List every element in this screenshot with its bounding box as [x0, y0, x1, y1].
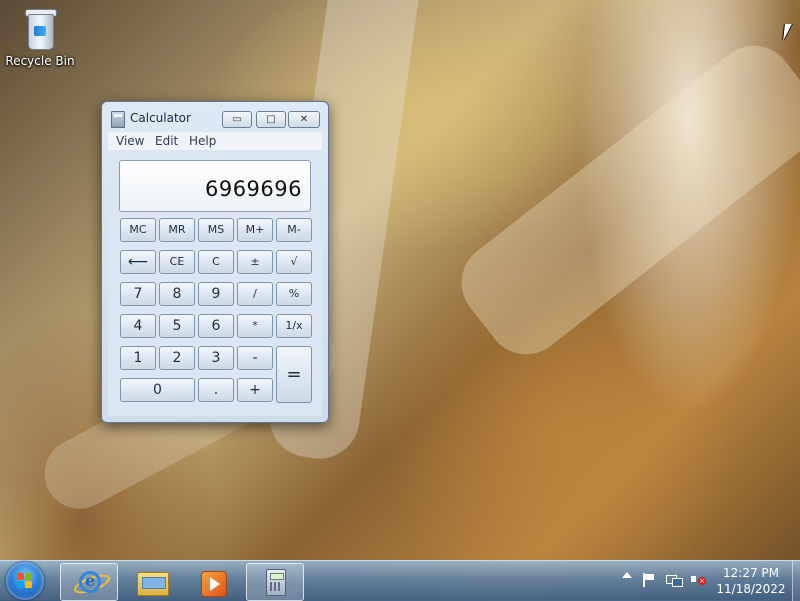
calculator-display: 6969696 [119, 160, 311, 212]
show-desktop-button[interactable] [792, 561, 800, 601]
menu-bar: View Edit Help [108, 132, 322, 150]
clock-date: 11/18/2022 [716, 582, 786, 596]
calculator-window: Calculator ▭ □ ✕ View Edit Help 6969696 … [101, 101, 329, 423]
key-reciprocal[interactable]: 1/x [276, 314, 312, 338]
key-6[interactable]: 6 [198, 314, 234, 338]
key-square-root[interactable]: √ [276, 250, 312, 274]
calculator-icon [266, 569, 286, 596]
key-1[interactable]: 1 [120, 346, 156, 370]
key-divide[interactable]: / [237, 282, 273, 306]
clock-time: 12:27 PM [723, 566, 779, 580]
taskbar-windows-explorer[interactable] [122, 563, 180, 601]
clock[interactable]: 12:27 PM 11/18/2022 [716, 565, 786, 597]
show-hidden-icons-icon[interactable] [622, 572, 632, 578]
calculator-body: 6969696 MC MR MS M+ M- ⟵ CE C ± √ 7 8 9 … [108, 150, 322, 416]
action-center-flag-icon[interactable] [642, 573, 656, 587]
folder-icon [137, 572, 169, 596]
key-plus-minus[interactable]: ± [237, 250, 273, 274]
key-8[interactable]: 8 [159, 282, 195, 306]
desktop-icon-label: Recycle Bin [5, 54, 75, 68]
title-bar[interactable]: Calculator ▭ □ ✕ [102, 102, 328, 134]
maximize-button[interactable]: □ [256, 111, 286, 128]
key-percent[interactable]: % [276, 282, 312, 306]
taskbar: × 12:27 PM 11/18/2022 [0, 560, 800, 601]
key-3[interactable]: 3 [198, 346, 234, 370]
key-7[interactable]: 7 [120, 282, 156, 306]
key-memory-add[interactable]: M+ [237, 218, 273, 242]
windows-logo-icon [17, 573, 33, 589]
key-memory-recall[interactable]: MR [159, 218, 195, 242]
key-equals[interactable]: = [276, 346, 312, 403]
key-memory-store[interactable]: MS [198, 218, 234, 242]
system-tray: × 12:27 PM 11/18/2022 [616, 561, 800, 601]
wallpaper-band [445, 29, 800, 371]
taskbar-calculator[interactable] [246, 563, 304, 601]
key-clear[interactable]: C [198, 250, 234, 274]
taskbar-internet-explorer[interactable] [60, 563, 118, 601]
key-backspace[interactable]: ⟵ [120, 250, 156, 274]
volume-muted-icon[interactable]: × [690, 573, 706, 587]
network-icon[interactable] [666, 573, 683, 587]
media-player-icon [201, 571, 227, 597]
taskbar-media-player[interactable] [184, 563, 242, 601]
key-memory-clear[interactable]: MC [120, 218, 156, 242]
recycle-bin-icon [23, 6, 57, 50]
key-2[interactable]: 2 [159, 346, 195, 370]
key-4[interactable]: 4 [120, 314, 156, 338]
display-value: 6969696 [204, 177, 302, 201]
start-button[interactable] [6, 562, 44, 600]
key-0[interactable]: 0 [120, 378, 195, 402]
calculator-app-icon[interactable] [111, 111, 125, 128]
close-button[interactable]: ✕ [288, 111, 320, 128]
window-title: Calculator [130, 111, 191, 125]
key-clear-entry[interactable]: CE [159, 250, 195, 274]
minimize-button[interactable]: ▭ [222, 111, 252, 128]
key-5[interactable]: 5 [159, 314, 195, 338]
key-multiply[interactable]: * [237, 314, 273, 338]
recycle-bin-desktop-icon[interactable]: Recycle Bin [4, 6, 76, 68]
key-9[interactable]: 9 [198, 282, 234, 306]
menu-view[interactable]: View [116, 134, 144, 148]
key-memory-subtract[interactable]: M- [276, 218, 312, 242]
key-add[interactable]: + [237, 378, 273, 402]
key-decimal[interactable]: . [198, 378, 234, 402]
menu-edit[interactable]: Edit [155, 134, 178, 148]
menu-help[interactable]: Help [189, 134, 216, 148]
key-subtract[interactable]: - [237, 346, 273, 370]
